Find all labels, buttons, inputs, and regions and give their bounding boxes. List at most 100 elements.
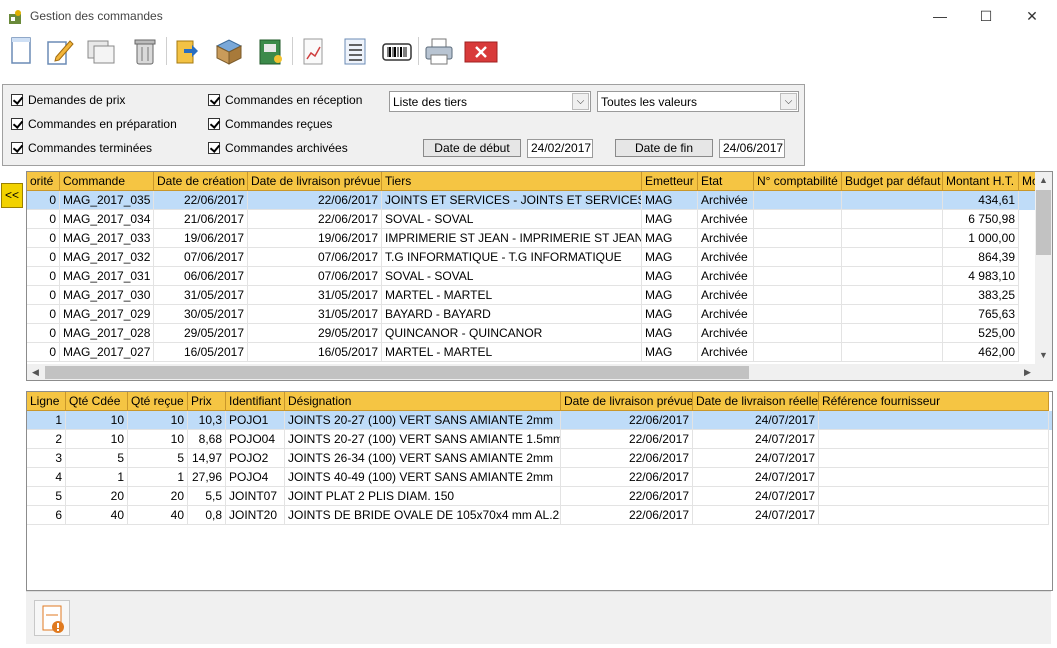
table-cell: 1	[66, 468, 128, 487]
column-header[interactable]: Montant H.T.	[943, 172, 1019, 191]
table-row[interactable]: 0 MAG_2017_032 07/06/2017 07/06/2017 T.G INF…	[27, 248, 1035, 267]
table-cell: 0	[27, 324, 60, 343]
table-row[interactable]: 0 MAG_2017_029 30/05/2017 31/05/2017 BAYARD …	[27, 305, 1035, 324]
checkbox-box[interactable]	[208, 118, 220, 130]
chevron-down-icon[interactable]: ⌵	[780, 93, 797, 110]
checkbox-box[interactable]	[11, 94, 23, 106]
edit-icon[interactable]	[42, 33, 76, 69]
checkbox-box[interactable]	[208, 142, 220, 154]
column-header[interactable]: Date de livraison prévue	[561, 392, 693, 411]
report-icon[interactable]	[296, 33, 330, 69]
column-header[interactable]: Etat	[698, 172, 754, 191]
book-icon[interactable]	[254, 33, 288, 69]
package-icon[interactable]	[212, 33, 246, 69]
delete-icon[interactable]	[128, 33, 162, 69]
table-row[interactable]: 5 20 20 5,5 JOINT07 JOINT PLAT 2 PLIS DIAM. 1…	[27, 487, 1052, 506]
column-header[interactable]: Tiers	[382, 172, 642, 191]
column-header[interactable]: Date de création	[154, 172, 248, 191]
table-cell: MAG_2017_033	[60, 229, 154, 248]
table-cell: Archivée	[698, 248, 754, 267]
orders-vertical-scrollbar[interactable]: ▲ ▼	[1035, 172, 1052, 364]
table-cell: POJO2	[226, 449, 285, 468]
close-red-icon[interactable]	[464, 33, 498, 69]
close-window-button[interactable]: ✕	[1009, 4, 1055, 28]
table-cell	[842, 248, 943, 267]
table-cell	[754, 267, 842, 286]
scroll-up-arrow-icon[interactable]: ▲	[1035, 172, 1052, 189]
table-cell: 434,61	[943, 191, 1019, 210]
table-row[interactable]: 0 MAG_2017_030 31/05/2017 31/05/2017 MARTEL …	[27, 286, 1035, 305]
collapse-button[interactable]: <<	[1, 183, 23, 208]
scroll-thumb[interactable]	[45, 366, 749, 379]
list-icon[interactable]	[338, 33, 372, 69]
table-cell: MAG_2017_028	[60, 324, 154, 343]
end-date-button[interactable]: Date de fin	[615, 139, 713, 157]
column-header[interactable]: Date de livraison prévue	[248, 172, 382, 191]
orders-horizontal-scrollbar[interactable]: ◀ ▶	[27, 364, 1052, 380]
table-row[interactable]: 2 10 10 8,68 POJO04 JOINTS 20-27 (100) VERT S…	[27, 430, 1052, 449]
table-row[interactable]: 6 40 40 0,8 JOINT20 JOINTS DE BRIDE OVALE DE …	[27, 506, 1052, 525]
print-icon[interactable]	[422, 33, 456, 69]
toolbar	[0, 31, 1057, 73]
scroll-down-arrow-icon[interactable]: ▼	[1035, 347, 1052, 364]
alert-document-icon[interactable]	[34, 600, 70, 636]
barcode-icon[interactable]	[380, 33, 414, 69]
column-header[interactable]: Budget par défaut	[842, 172, 943, 191]
start-date-field[interactable]: 24/02/2017	[527, 139, 593, 158]
column-header[interactable]: Emetteur	[642, 172, 698, 191]
start-date-button[interactable]: Date de début	[423, 139, 521, 157]
column-header[interactable]: orité	[27, 172, 60, 191]
chevron-down-icon[interactable]: ⌵	[572, 93, 589, 110]
column-header[interactable]: Prix	[188, 392, 226, 411]
table-cell: MAG	[642, 305, 698, 324]
values-select[interactable]: Toutes les valeurs ⌵	[597, 91, 799, 112]
table-row[interactable]: 1 10 10 10,3 POJO1 JOINTS 20-27 (100) VERT SA…	[27, 411, 1052, 430]
table-cell	[754, 324, 842, 343]
scroll-right-arrow-icon[interactable]: ▶	[1019, 364, 1036, 380]
import-icon[interactable]	[170, 33, 204, 69]
table-cell: MAG_2017_029	[60, 305, 154, 324]
scroll-left-arrow-icon[interactable]: ◀	[27, 364, 44, 380]
checkbox-box[interactable]	[11, 118, 23, 130]
table-row[interactable]: 4 1 1 27,96 POJO4 JOINTS 40-49 (100) VERT SAN…	[27, 468, 1052, 487]
maximize-button[interactable]: ☐	[963, 4, 1009, 28]
checkbox-box[interactable]	[208, 94, 220, 106]
table-cell: 864,39	[943, 248, 1019, 267]
table-cell	[754, 248, 842, 267]
title-bar: Gestion des commandes — ☐ ✕	[0, 0, 1057, 31]
table-cell: 22/06/2017	[248, 191, 382, 210]
table-row[interactable]: 0 MAG_2017_027 16/05/2017 16/05/2017 MARTEL …	[27, 343, 1035, 362]
column-header[interactable]: Identifiant	[226, 392, 285, 411]
scroll-thumb[interactable]	[1036, 190, 1051, 255]
column-header[interactable]: Ligne	[27, 392, 66, 411]
column-header[interactable]: Référence fournisseur	[819, 392, 1049, 411]
table-cell	[819, 506, 1049, 525]
checkbox-box[interactable]	[11, 142, 23, 154]
table-cell: 24/07/2017	[693, 449, 819, 468]
table-cell: POJO04	[226, 430, 285, 449]
column-header[interactable]: Date de livraison réelle	[693, 392, 819, 411]
table-row[interactable]: 0 MAG_2017_034 21/06/2017 22/06/2017 SOVAL -…	[27, 210, 1035, 229]
column-header[interactable]: Commande	[60, 172, 154, 191]
table-cell: Archivée	[698, 286, 754, 305]
tiers-select[interactable]: Liste des tiers ⌵	[389, 91, 591, 112]
table-row[interactable]: 3 5 5 14,97 POJO2 JOINTS 26-34 (100) VERT SAN…	[27, 449, 1052, 468]
table-cell: POJO4	[226, 468, 285, 487]
table-row[interactable]: 0 MAG_2017_031 06/06/2017 07/06/2017 SOVAL -…	[27, 267, 1035, 286]
column-header[interactable]: N° comptabilité	[754, 172, 842, 191]
table-cell: 22/06/2017	[561, 430, 693, 449]
table-row[interactable]: 0 MAG_2017_035 22/06/2017 22/06/2017 JOINTS …	[27, 191, 1035, 210]
filters-panel: Demandes de prix Commandes en préparatio…	[2, 84, 805, 166]
table-row[interactable]: 0 MAG_2017_033 19/06/2017 19/06/2017 IMPRIME…	[27, 229, 1035, 248]
table-cell: 07/06/2017	[154, 248, 248, 267]
table-cell: 0	[27, 248, 60, 267]
column-header[interactable]: Qté Cdée	[66, 392, 128, 411]
table-cell: 22/06/2017	[154, 191, 248, 210]
end-date-field[interactable]: 24/06/2017	[719, 139, 785, 158]
column-header[interactable]: Désignation	[285, 392, 561, 411]
new-document-icon[interactable]	[4, 33, 38, 69]
duplicate-icon[interactable]	[84, 33, 118, 69]
table-row[interactable]: 0 MAG_2017_028 29/05/2017 29/05/2017 QUINCAN…	[27, 324, 1035, 343]
column-header[interactable]: Qté reçue	[128, 392, 188, 411]
minimize-button[interactable]: —	[917, 4, 963, 28]
